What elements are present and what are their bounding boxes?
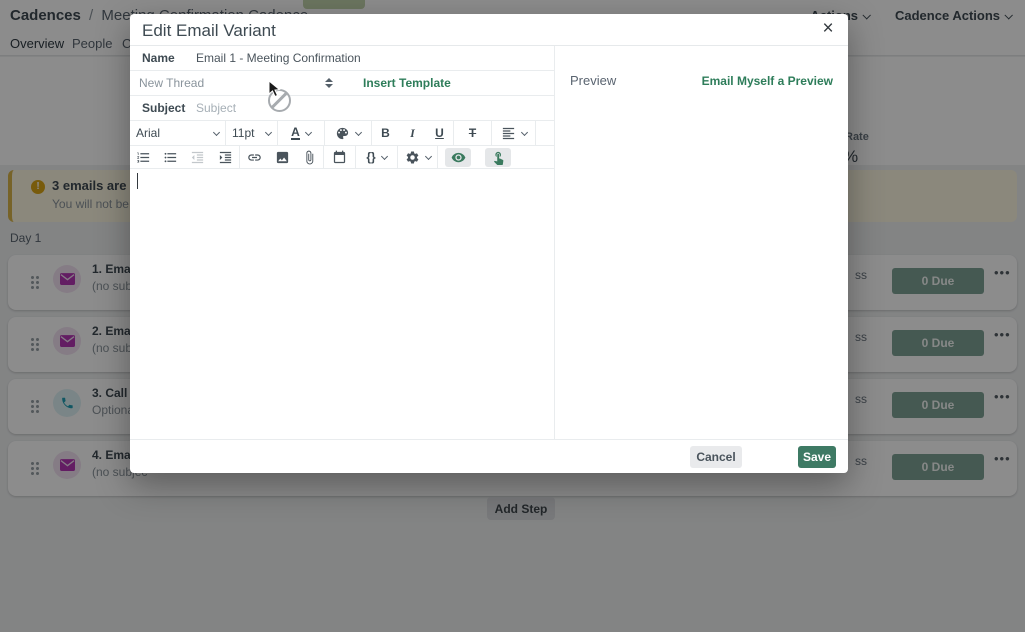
chevron-down-icon: [424, 152, 431, 159]
eye-icon: [451, 150, 466, 165]
ordered-list-icon: [136, 150, 151, 165]
insert-template-link[interactable]: Insert Template: [363, 76, 451, 90]
link-icon: [247, 150, 262, 165]
bullet-list-icon: [163, 150, 178, 165]
edit-email-variant-modal: Edit Email Variant × Name New Thread Ins…: [130, 14, 848, 473]
gear-icon: [405, 150, 420, 165]
image-icon: [275, 150, 290, 165]
preview-pane: Preview Email Myself a Preview: [554, 46, 848, 439]
sort-icon: [325, 78, 333, 88]
name-input[interactable]: [196, 51, 554, 65]
attachment-button[interactable]: [296, 146, 324, 168]
subject-input[interactable]: [196, 101, 554, 115]
chevron-down-icon: [305, 128, 312, 135]
calendar-icon: [332, 150, 347, 165]
text-color-button[interactable]: A: [278, 121, 325, 145]
chevron-down-icon: [213, 128, 220, 135]
format-toolbar-row1: Arial 11pt A B I U T: [130, 121, 554, 146]
save-button[interactable]: Save: [798, 446, 836, 468]
indent-button[interactable]: [211, 146, 240, 168]
chevron-down-icon: [381, 152, 388, 159]
link-button[interactable]: [240, 146, 268, 168]
name-field-label: Name: [142, 51, 186, 65]
highlight-color-button[interactable]: [325, 121, 372, 145]
attachment-icon: [302, 150, 317, 165]
underline-button[interactable]: U: [426, 121, 454, 145]
close-icon[interactable]: ×: [816, 17, 840, 41]
bullet-list-button[interactable]: [157, 146, 184, 168]
image-button[interactable]: [268, 146, 296, 168]
chevron-down-icon: [265, 128, 272, 135]
palette-icon: [335, 126, 350, 141]
calendar-button[interactable]: [324, 146, 356, 168]
email-body-editor[interactable]: [130, 169, 554, 425]
hand-icon: [491, 150, 506, 165]
email-edit-pane: Name New Thread Insert Template Subject …: [130, 46, 554, 439]
align-icon: [501, 126, 516, 141]
thread-select-value: New Thread: [139, 76, 204, 90]
modal-header: Edit Email Variant ×: [130, 14, 848, 46]
email-myself-preview-link[interactable]: Email Myself a Preview: [702, 74, 833, 88]
font-family-select[interactable]: Arial: [130, 121, 226, 145]
outdent-button[interactable]: [184, 146, 211, 168]
personalize-toggle-button[interactable]: [478, 146, 518, 168]
ordered-list-button[interactable]: [130, 146, 157, 168]
chevron-down-icon: [520, 128, 527, 135]
app-window: Cadences / Meeting Confirmation Cadence …: [0, 0, 1025, 632]
align-select[interactable]: [492, 121, 536, 145]
text-caret: [137, 173, 138, 189]
format-toolbar-row2: {}: [130, 146, 554, 169]
modal-footer: Cancel Save: [130, 439, 848, 473]
preview-label: Preview: [570, 73, 616, 88]
outdent-icon: [190, 150, 205, 165]
modal-title: Edit Email Variant: [142, 21, 276, 41]
indent-icon: [218, 150, 233, 165]
preview-toggle-button[interactable]: [438, 146, 478, 168]
thread-select[interactable]: New Thread: [139, 76, 339, 90]
italic-button[interactable]: I: [399, 121, 426, 145]
settings-button[interactable]: [398, 146, 438, 168]
cancel-button[interactable]: Cancel: [690, 446, 742, 468]
strikethrough-button[interactable]: T: [454, 121, 492, 145]
merge-fields-button[interactable]: {}: [356, 146, 398, 168]
bold-button[interactable]: B: [372, 121, 399, 145]
font-size-select[interactable]: 11pt: [226, 121, 278, 145]
chevron-down-icon: [355, 128, 362, 135]
subject-field-label: Subject: [142, 101, 186, 115]
